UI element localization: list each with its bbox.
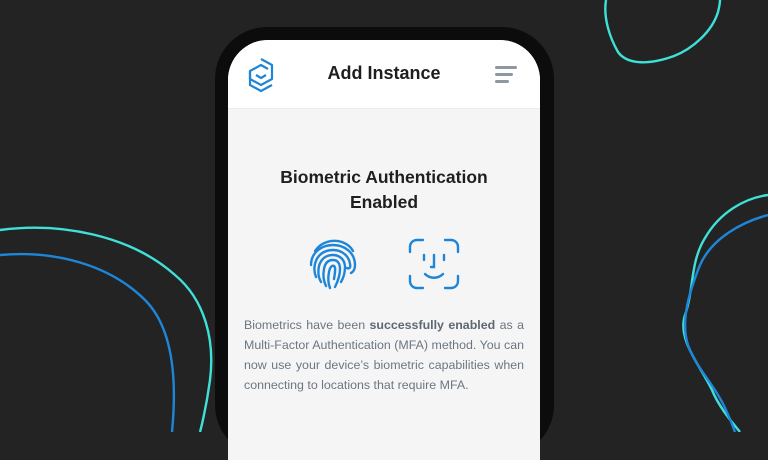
page-title: Add Instance bbox=[327, 63, 441, 83]
description-prefix: Biometrics have been bbox=[244, 318, 370, 332]
app-header: Add Instance bbox=[228, 40, 540, 108]
hamburger-menu-icon[interactable] bbox=[495, 66, 519, 84]
face-id-icon bbox=[408, 238, 460, 290]
success-description: Biometrics have been successfully enable… bbox=[244, 315, 524, 395]
description-bold: successfully enabled bbox=[369, 318, 496, 332]
success-heading: Biometric Authentication Enabled bbox=[280, 167, 488, 212]
fingerprint-icon bbox=[309, 239, 357, 290]
phone-screen: Add Instance Biometric Authentication En… bbox=[228, 40, 540, 460]
